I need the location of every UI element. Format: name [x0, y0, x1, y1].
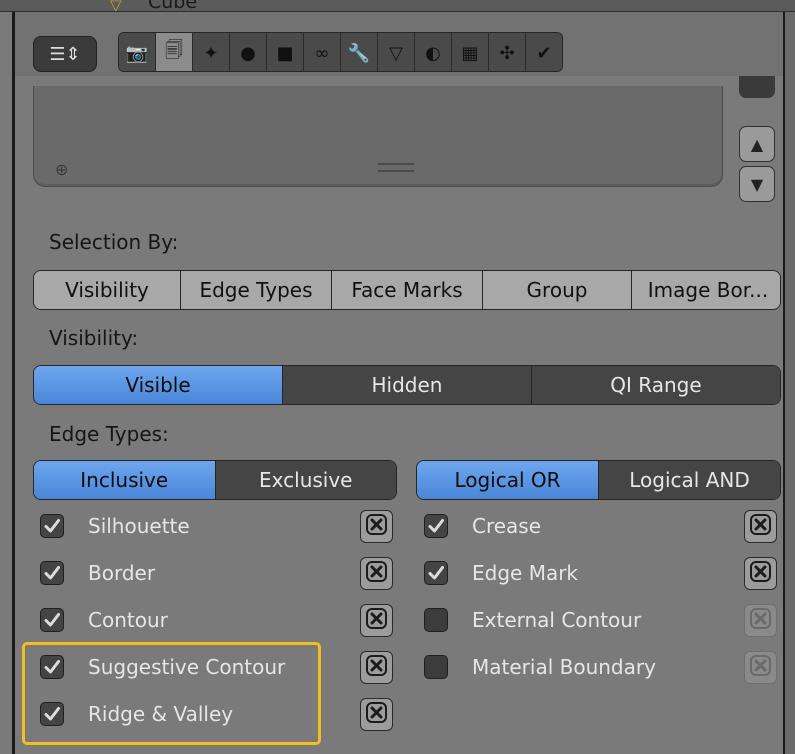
- toggle-face-marks[interactable]: Face Marks: [332, 271, 483, 309]
- add-icon[interactable]: ⊕: [55, 160, 68, 179]
- exclude-toggle-crease[interactable]: [744, 510, 777, 543]
- toggle-logical-and[interactable]: Logical AND: [599, 461, 780, 499]
- checkbox-external-contour[interactable]: [424, 608, 448, 632]
- object-name: Cube: [148, 0, 198, 12]
- tab-scene[interactable]: ✦: [193, 33, 230, 71]
- physics-icon: ✔: [536, 42, 552, 64]
- exclude-toggle-ridge-valley[interactable]: [360, 698, 393, 731]
- tab-physics[interactable]: ✔: [526, 33, 562, 71]
- move-up-button[interactable]: ▲: [739, 126, 775, 162]
- checkbox-crease[interactable]: [424, 514, 448, 538]
- object-icon: ■: [276, 42, 294, 64]
- tab-material[interactable]: ◐: [415, 33, 452, 71]
- texture-icon: ▦: [461, 42, 479, 64]
- arrow-up-icon: ▲: [750, 134, 764, 154]
- exclude-x-icon: [365, 654, 388, 681]
- exclude-toggle-material-boundary[interactable]: [744, 651, 777, 684]
- checkbox-contour[interactable]: [40, 608, 64, 632]
- modifiers-icon: 🔧: [347, 42, 371, 64]
- label-crease: Crease: [472, 514, 542, 538]
- tab-texture[interactable]: ▦: [452, 33, 489, 71]
- toggle-group[interactable]: Group: [483, 271, 632, 309]
- checkbox-edge-mark[interactable]: [424, 561, 448, 585]
- tab-constraints[interactable]: ∞: [304, 33, 341, 71]
- tab-world[interactable]: ●: [230, 33, 267, 71]
- checkmark-icon: [43, 611, 61, 629]
- tab-particles[interactable]: ✣: [489, 33, 526, 71]
- exclude-x-icon: [749, 513, 772, 540]
- toggle-visible[interactable]: Visible: [34, 366, 283, 404]
- exclude-toggle-external-contour[interactable]: [744, 604, 777, 637]
- checkmark-icon: [43, 564, 61, 582]
- resize-grip[interactable]: [378, 163, 414, 172]
- selection-by-toggles: Visibility Edge Types Face Marks Group Image…: [33, 270, 781, 310]
- data-icon: ▽: [389, 42, 403, 64]
- particles-icon: ✣: [499, 42, 515, 64]
- exclude-x-icon: [365, 513, 388, 540]
- toggle-logical-or[interactable]: Logical OR: [417, 461, 599, 499]
- tab-render[interactable]: 📷: [119, 33, 156, 71]
- list-scroll-button[interactable]: [739, 76, 775, 98]
- context-tabs: 📷 🗐 ✦ ● ■ ∞ 🔧 ▽ ◐ ▦ ✣ ✔: [118, 32, 563, 72]
- edge-logic-toggles: Logical OR Logical AND: [416, 460, 781, 500]
- world-icon: ●: [240, 42, 256, 64]
- toggle-inclusive[interactable]: Inclusive: [34, 461, 216, 499]
- header-strip: ▽ Cube: [0, 0, 795, 12]
- exclude-toggle-border[interactable]: [360, 557, 393, 590]
- label-silhouette: Silhouette: [88, 514, 190, 538]
- toggle-hidden[interactable]: Hidden: [283, 366, 532, 404]
- move-down-button[interactable]: ▼: [739, 166, 775, 202]
- render-layers-icon: 🗐: [165, 40, 183, 61]
- arrow-down-icon: ▼: [750, 174, 764, 194]
- label-material-boundary: Material Boundary: [472, 655, 656, 679]
- selection-by-label: Selection By:: [49, 230, 179, 254]
- editor-type-button[interactable]: ☰⇕: [33, 36, 97, 72]
- edge-types-label: Edge Types:: [49, 422, 169, 446]
- constraints-icon: ∞: [314, 42, 330, 64]
- render-icon: 📷: [125, 42, 149, 64]
- toggle-exclusive[interactable]: Exclusive: [215, 461, 396, 499]
- checkbox-material-boundary[interactable]: [424, 655, 448, 679]
- exclude-toggle-edge-mark[interactable]: [744, 557, 777, 590]
- scene-icon: ✦: [203, 42, 219, 64]
- mesh-icon: ▽: [110, 0, 122, 12]
- exclude-x-icon: [749, 560, 772, 587]
- frame-right: [783, 12, 795, 754]
- highlight-box: [22, 642, 321, 745]
- exclude-toggle-suggestive-contour[interactable]: [360, 651, 393, 684]
- tab-object[interactable]: ■: [267, 33, 304, 71]
- checkmark-icon: [43, 517, 61, 535]
- checkbox-border[interactable]: [40, 561, 64, 585]
- material-icon: ◐: [425, 42, 441, 64]
- exclude-x-icon: [749, 607, 772, 634]
- toggle-edge-types[interactable]: Edge Types: [181, 271, 332, 309]
- tab-modifiers[interactable]: 🔧: [341, 33, 378, 71]
- toggle-visibility[interactable]: Visibility: [34, 271, 181, 309]
- exclude-x-icon: [365, 560, 388, 587]
- tab-data[interactable]: ▽: [378, 33, 415, 71]
- exclude-toggle-silhouette[interactable]: [360, 510, 393, 543]
- exclude-x-icon: [749, 654, 772, 681]
- exclude-x-icon: [365, 607, 388, 634]
- toggle-image-bor[interactable]: Image Bor...: [632, 271, 780, 309]
- properties-editor-icon: ☰⇕: [49, 43, 81, 65]
- frame-left: [12, 12, 15, 754]
- label-external-contour: External Contour: [472, 608, 642, 632]
- toggle-qi-range[interactable]: QI Range: [532, 366, 780, 404]
- visibility-toggles: Visible Hidden QI Range: [33, 365, 781, 405]
- label-edge-mark: Edge Mark: [472, 561, 579, 585]
- checkbox-silhouette[interactable]: [40, 514, 64, 538]
- tab-render-layers[interactable]: 🗐: [156, 33, 193, 71]
- checkmark-icon: [427, 564, 445, 582]
- exclude-x-icon: [365, 701, 388, 728]
- label-border: Border: [88, 561, 156, 585]
- checkmark-icon: [427, 517, 445, 535]
- exclude-toggle-contour[interactable]: [360, 604, 393, 637]
- visibility-label: Visibility:: [49, 326, 139, 350]
- label-contour: Contour: [88, 608, 168, 632]
- edge-mode-toggles: Inclusive Exclusive: [33, 460, 397, 500]
